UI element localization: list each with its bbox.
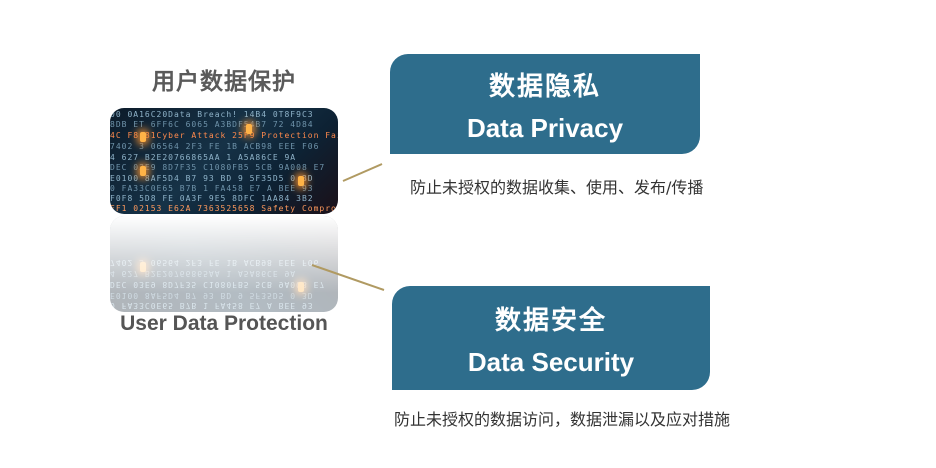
security-description: 防止未授权的数据访问，数据泄漏以及应对措施: [394, 410, 731, 429]
data-privacy-card: 数据隐私 Data Privacy: [390, 54, 700, 154]
card-title-cn: 数据安全: [494, 305, 607, 335]
connector-line-security: [311, 264, 385, 291]
card-title-en: Data Privacy: [466, 113, 624, 143]
data-security-card: 数据安全 Data Security: [392, 286, 710, 390]
privacy-description: 防止未授权的数据收集、使用、发布/传播: [410, 178, 704, 197]
connector-line-privacy: [342, 163, 383, 182]
card-title-en: Data Security: [467, 347, 635, 377]
card-title-cn: 数据隐私: [488, 71, 601, 101]
